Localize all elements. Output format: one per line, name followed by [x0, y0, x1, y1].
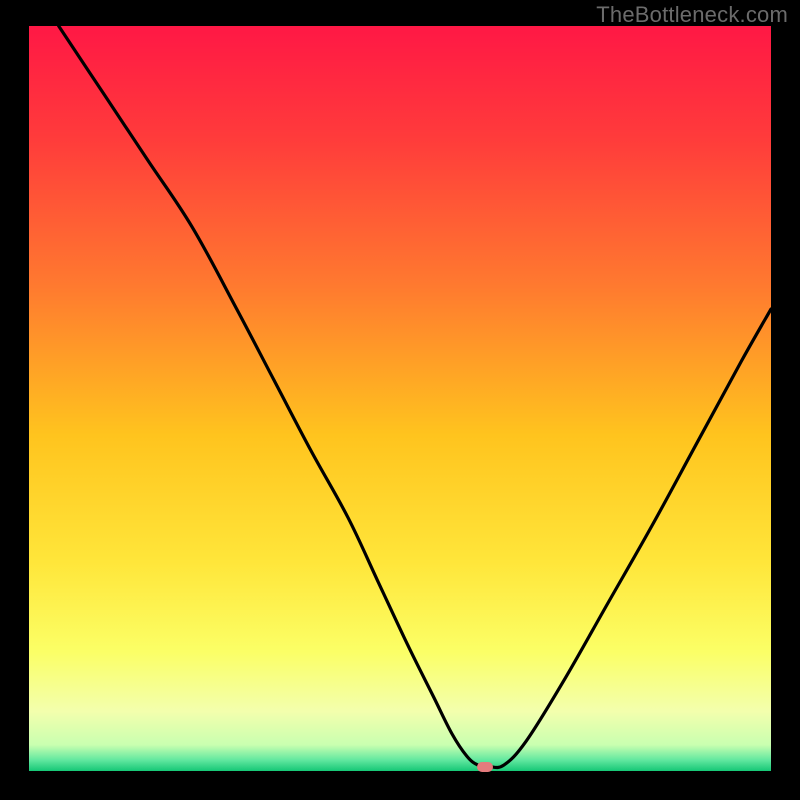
chart-stage: TheBottleneck.com: [0, 0, 800, 800]
plot-area: [29, 26, 771, 771]
gradient-background: [29, 26, 771, 771]
watermark-text: TheBottleneck.com: [596, 2, 788, 28]
minimum-marker: [477, 762, 493, 772]
plot-svg: [29, 26, 771, 771]
